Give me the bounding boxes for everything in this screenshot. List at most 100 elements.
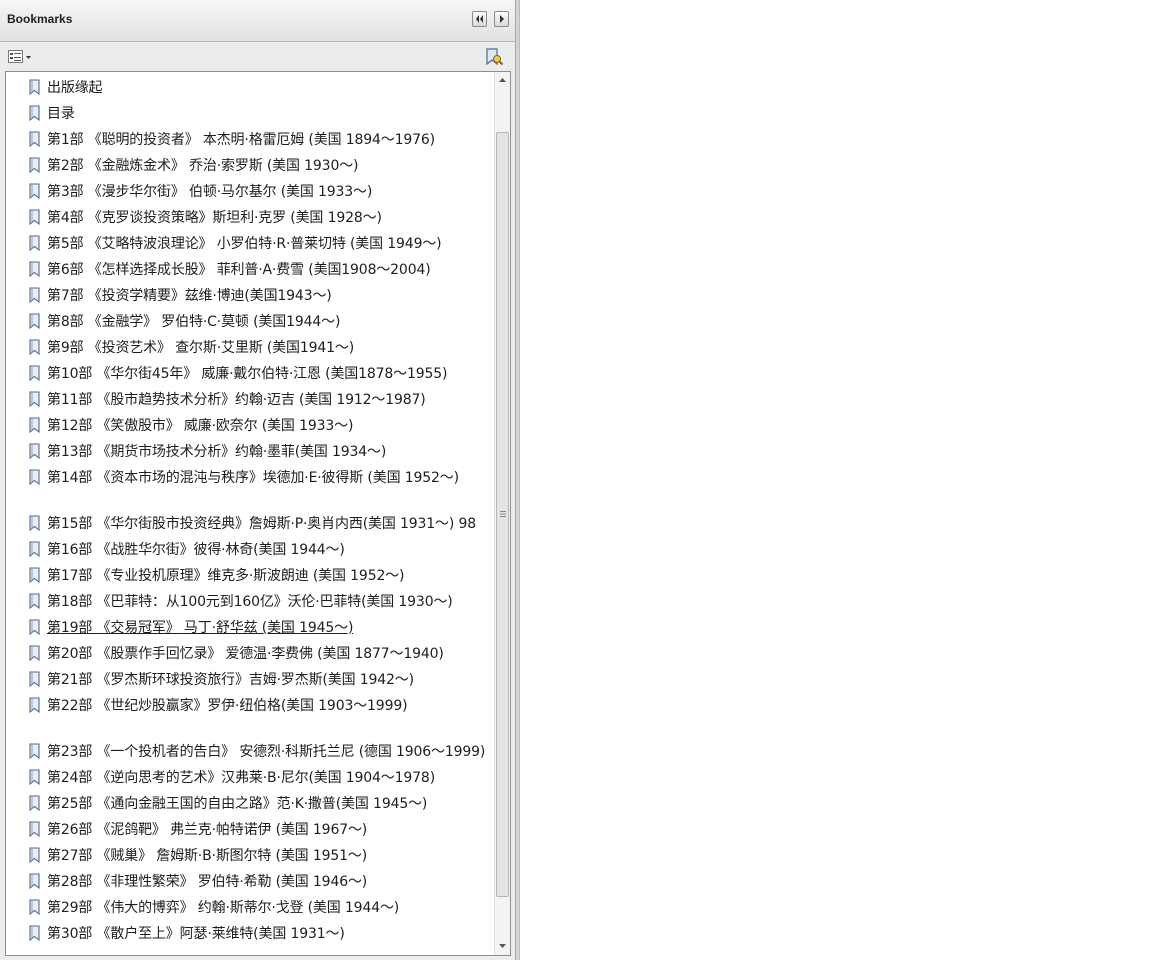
bookmark-item[interactable]: 第16部 《战胜华尔街》彼得·林奇(美国 1944～) (6, 540, 492, 566)
bookmark-icon (29, 157, 40, 174)
bookmark-icon (29, 469, 40, 486)
list-options-icon (8, 50, 31, 63)
bookmark-icon (29, 743, 40, 760)
bookmark-icon (29, 619, 40, 636)
bookmark-item[interactable]: 第21部 《罗杰斯环球投资旅行》吉姆·罗杰斯(美国 1942～) (6, 670, 492, 696)
collapse-panel-button[interactable] (472, 11, 487, 27)
bookmark-label: 第17部 《专业投机原理》维克多·斯波朗迪 (美国 1952～) (47, 568, 405, 584)
bookmark-label: 第6部 《怎样选择成长股》 菲利普·A·费雪 (美国1908～2004) (47, 262, 431, 278)
panel-header: Bookmarks (0, 0, 515, 42)
vertical-scrollbar[interactable] (494, 72, 510, 955)
bookmark-item[interactable]: 第7部 《投资学精要》兹维·博迪(美国1943～) (6, 286, 492, 312)
bookmark-label: 第3部 《漫步华尔街》 伯顿·马尔基尔 (美国 1933～) (47, 184, 373, 200)
bookmark-label: 第21部 《罗杰斯环球投资旅行》吉姆·罗杰斯(美国 1942～) (47, 672, 414, 688)
bookmark-icon (29, 131, 40, 148)
bookmark-item[interactable]: 第3部 《漫步华尔街》 伯顿·马尔基尔 (美国 1933～) (6, 182, 492, 208)
grip-icon (500, 511, 506, 517)
scroll-up-button[interactable] (495, 72, 510, 88)
bookmark-item[interactable]: 第30部 《散户至上》阿瑟·莱维特(美国 1931～) (6, 924, 492, 950)
bookmark-icon (29, 235, 40, 252)
double-chevron-left-icon (476, 15, 483, 23)
bookmark-item[interactable]: 第8部 《金融学》 罗伯特·C·莫顿 (美国1944～) (6, 312, 492, 338)
bookmark-icon (29, 671, 40, 688)
bookmark-icon (29, 593, 40, 610)
bookmark-label: 第16部 《战胜华尔街》彼得·林奇(美国 1944～) (47, 542, 345, 558)
scrollbar-thumb[interactable] (496, 132, 509, 897)
bookmark-label: 第29部 《伟大的博弈》 约翰·斯蒂尔·戈登 (美国 1944～) (47, 900, 400, 916)
find-bookmark-button[interactable] (484, 47, 504, 67)
bookmark-icon (29, 769, 40, 786)
bookmark-item[interactable]: 第29部 《伟大的博弈》 约翰·斯蒂尔·戈登 (美国 1944～) (6, 898, 492, 924)
panel-title: Bookmarks (7, 12, 73, 26)
bookmark-item[interactable]: 第12部 《笑傲股市》 威廉·欧奈尔 (美国 1933～) (6, 416, 492, 442)
bookmark-item[interactable]: 第6部 《怎样选择成长股》 菲利普·A·费雪 (美国1908～2004) (6, 260, 492, 286)
bookmark-label: 第15部 《华尔街股市投资经典》詹姆斯·P·奥肖内西(美国 1931～) 98 (47, 516, 477, 532)
arrow-down-icon (499, 944, 506, 948)
bookmark-label: 第14部 《资本市场的混沌与秩序》埃德加·E·彼得斯 (美国 1952～) (47, 470, 459, 486)
bookmark-label: 第9部 《投资艺术》 查尔斯·艾里斯 (美国1941～) (47, 340, 355, 356)
bookmark-item[interactable]: 第26部 《泥鸽靶》 弗兰克·帕特诺伊 (美国 1967～) (6, 820, 492, 846)
bookmark-icon (29, 899, 40, 916)
bookmark-icon (29, 287, 40, 304)
bookmark-item[interactable]: 第24部 《逆向思考的艺术》汉弗莱·B·尼尔(美国 1904～1978) (6, 768, 492, 794)
bookmark-item[interactable]: 目录 (6, 104, 492, 130)
options-menu-button[interactable] (7, 49, 33, 65)
bookmark-item[interactable]: 第15部 《华尔街股市投资经典》詹姆斯·P·奥肖内西(美国 1931～) 98 (6, 514, 492, 540)
bookmark-icon (29, 645, 40, 662)
bookmark-item[interactable]: 第27部 《贼巢》 詹姆斯·B·斯图尔特 (美国 1951～) (6, 846, 492, 872)
expand-panel-button[interactable] (494, 11, 509, 27)
bookmark-icon (29, 105, 40, 122)
bookmark-label: 目录 (47, 106, 75, 122)
bookmark-item[interactable]: 第5部 《艾略特波浪理论》 小罗伯特·R·普莱切特 (美国 1949～) (6, 234, 492, 260)
bookmark-label: 第27部 《贼巢》 詹姆斯·B·斯图尔特 (美国 1951～) (47, 848, 368, 864)
bookmark-label: 第5部 《艾略特波浪理论》 小罗伯特·R·普莱切特 (美国 1949～) (47, 236, 442, 252)
bookmark-icon (29, 515, 40, 532)
bookmark-item[interactable]: 第14部 《资本市场的混沌与秩序》埃德加·E·彼得斯 (美国 1952～) (6, 468, 492, 514)
bookmark-label: 第1部 《聪明的投资者》 本杰明·格雷厄姆 (美国 1894～1976) (47, 132, 435, 148)
bookmark-label: 出版缘起 (47, 80, 103, 96)
bookmark-item[interactable]: 第23部 《一个投机者的告白》 安德烈·科斯托兰尼 (德国 1906～1999) (6, 742, 492, 768)
bookmark-icon (29, 79, 40, 96)
bookmark-label: 第10部 《华尔街45年》 威廉·戴尔伯特·江恩 (美国1878～1955) (47, 366, 448, 382)
bookmark-item[interactable]: 第20部 《股票作手回忆录》 爱德温·李费佛 (美国 1877～1940) (6, 644, 492, 670)
panel-toolbar (0, 43, 515, 70)
bookmark-label: 第19部 《交易冠军》 马丁·舒华兹 (美国 1945～) (47, 620, 354, 636)
bookmark-item[interactable]: 第17部 《专业投机原理》维克多·斯波朗迪 (美国 1952～) (6, 566, 492, 592)
bookmark-item[interactable]: 第9部 《投资艺术》 查尔斯·艾里斯 (美国1941～) (6, 338, 492, 364)
bookmark-icon (29, 209, 40, 226)
scroll-down-button[interactable] (495, 938, 510, 954)
bookmark-item[interactable]: 出版缘起 (6, 78, 492, 104)
bookmark-label: 第13部 《期货市场技术分析》约翰·墨菲(美国 1934～) (47, 444, 387, 460)
bookmark-label: 第12部 《笑傲股市》 威廉·欧奈尔 (美国 1933～) (47, 418, 354, 434)
panel-resize-splitter[interactable] (515, 0, 520, 960)
bookmark-icon (29, 365, 40, 382)
bookmark-icon (29, 567, 40, 584)
bookmark-label: 第28部 《非理性繁荣》 罗伯特·希勒 (美国 1946～) (47, 874, 368, 890)
bookmark-icon (29, 795, 40, 812)
bookmarks-panel: Bookmarks 出版缘起 目录 第1部 《聪明的投资者》 本杰明·格雷厄姆 … (0, 0, 515, 960)
bookmark-item[interactable]: 第11部 《股市趋势技术分析》约翰·迈吉 (美国 1912～1987) (6, 390, 492, 416)
bookmark-icon (29, 847, 40, 864)
bookmark-icon (29, 339, 40, 356)
bookmark-item[interactable]: 第19部 《交易冠军》 马丁·舒华兹 (美国 1945～) (6, 618, 492, 644)
bookmark-item[interactable]: 第4部 《克罗谈投资策略》斯坦利·克罗 (美国 1928～) (6, 208, 492, 234)
bookmark-list: 出版缘起目录第1部 《聪明的投资者》 本杰明·格雷厄姆 (美国 1894～197… (5, 71, 511, 956)
bookmark-label: 第2部 《金融炼金术》 乔治·索罗斯 (美国 1930～) (47, 158, 359, 174)
bookmark-icon (29, 541, 40, 558)
bookmark-item[interactable]: 第25部 《通向金融王国的自由之路》范·K·撒普(美国 1945～) (6, 794, 492, 820)
bookmark-item[interactable]: 第10部 《华尔街45年》 威廉·戴尔伯特·江恩 (美国1878～1955) (6, 364, 492, 390)
bookmark-icon (29, 183, 40, 200)
bookmark-item[interactable]: 第2部 《金融炼金术》 乔治·索罗斯 (美国 1930～) (6, 156, 492, 182)
bookmark-item[interactable]: 第1部 《聪明的投资者》 本杰明·格雷厄姆 (美国 1894～1976) (6, 130, 492, 156)
bookmark-label: 第26部 《泥鸽靶》 弗兰克·帕特诺伊 (美国 1967～) (47, 822, 368, 838)
bookmark-item[interactable]: 第28部 《非理性繁荣》 罗伯特·希勒 (美国 1946～) (6, 872, 492, 898)
bookmark-label: 第23部 《一个投机者的告白》 安德烈·科斯托兰尼 (德国 1906～1999) (47, 744, 486, 760)
bookmark-item[interactable]: 第22部 《世纪炒股赢家》罗伊·纽伯格(美国 1903～1999) (6, 696, 492, 742)
bookmark-icon (29, 925, 40, 942)
bookmark-icon (29, 697, 40, 714)
bookmark-label: 第25部 《通向金融王国的自由之路》范·K·撒普(美国 1945～) (47, 796, 428, 812)
bookmark-label: 第7部 《投资学精要》兹维·博迪(美国1943～) (47, 288, 332, 304)
bookmark-item[interactable]: 第13部 《期货市场技术分析》约翰·墨菲(美国 1934～) (6, 442, 492, 468)
bookmark-item[interactable]: 第18部 《巴菲特：从100元到160亿》沃伦·巴菲特(美国 1930～) (6, 592, 492, 618)
bookmark-icon (29, 821, 40, 838)
